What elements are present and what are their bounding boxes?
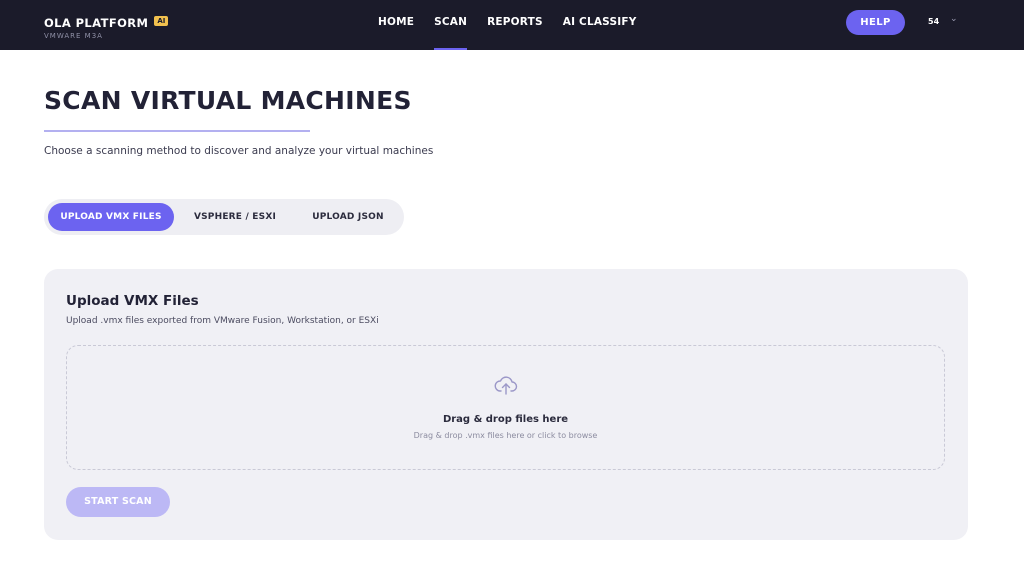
nav-scan[interactable]: SCAN xyxy=(424,0,477,50)
dropzone-title: Drag & drop files here xyxy=(442,414,569,425)
page-title: SCAN VIRTUAL MACHINES xyxy=(44,86,412,115)
cloud-upload-icon xyxy=(494,376,518,395)
brand-subtitle: VMWARE M3A xyxy=(44,32,103,40)
tab-upload-json[interactable]: UPLOAD JSON xyxy=(296,203,400,231)
nav-reports[interactable]: REPORTS xyxy=(477,0,553,50)
nav-ai-classify[interactable]: AI CLASSIFY xyxy=(553,0,647,50)
upload-card-subtitle: Upload .vmx files exported from VMware F… xyxy=(66,316,379,326)
nav-home[interactable]: HOME xyxy=(368,0,424,50)
user-menu-label[interactable]: 54 xyxy=(928,17,939,26)
upload-card: Upload VMX Files Upload .vmx files expor… xyxy=(44,269,968,540)
file-dropzone[interactable]: Drag & drop files here Drag & drop .vmx … xyxy=(66,345,945,470)
start-scan-button[interactable]: START SCAN xyxy=(66,487,170,517)
scan-method-tabs: UPLOAD VMX FILES VSPHERE / ESXI UPLOAD J… xyxy=(44,199,404,235)
main-nav: HOME SCAN REPORTS AI CLASSIFY xyxy=(368,0,647,50)
top-navigation-bar: OLA PLATFORM AI VMWARE M3A HOME SCAN REPO… xyxy=(0,0,1024,50)
brand-logo[interactable]: OLA PLATFORM AI VMWARE M3A xyxy=(44,12,169,40)
brand-title: OLA PLATFORM xyxy=(44,16,149,30)
upload-card-title: Upload VMX Files xyxy=(66,293,199,309)
dropzone-subtitle: Drag & drop .vmx files here or click to … xyxy=(413,431,598,440)
ai-badge: AI xyxy=(154,16,169,26)
chevron-down-icon[interactable]: ⌄ xyxy=(950,14,958,24)
title-underline xyxy=(44,130,310,132)
tab-upload-vmx-files[interactable]: UPLOAD VMX FILES xyxy=(48,203,174,231)
page-subtitle: Choose a scanning method to discover and… xyxy=(44,145,434,157)
tab-vsphere-esxi[interactable]: VSPHERE / ESXI xyxy=(178,203,292,231)
help-button[interactable]: HELP xyxy=(846,10,905,35)
